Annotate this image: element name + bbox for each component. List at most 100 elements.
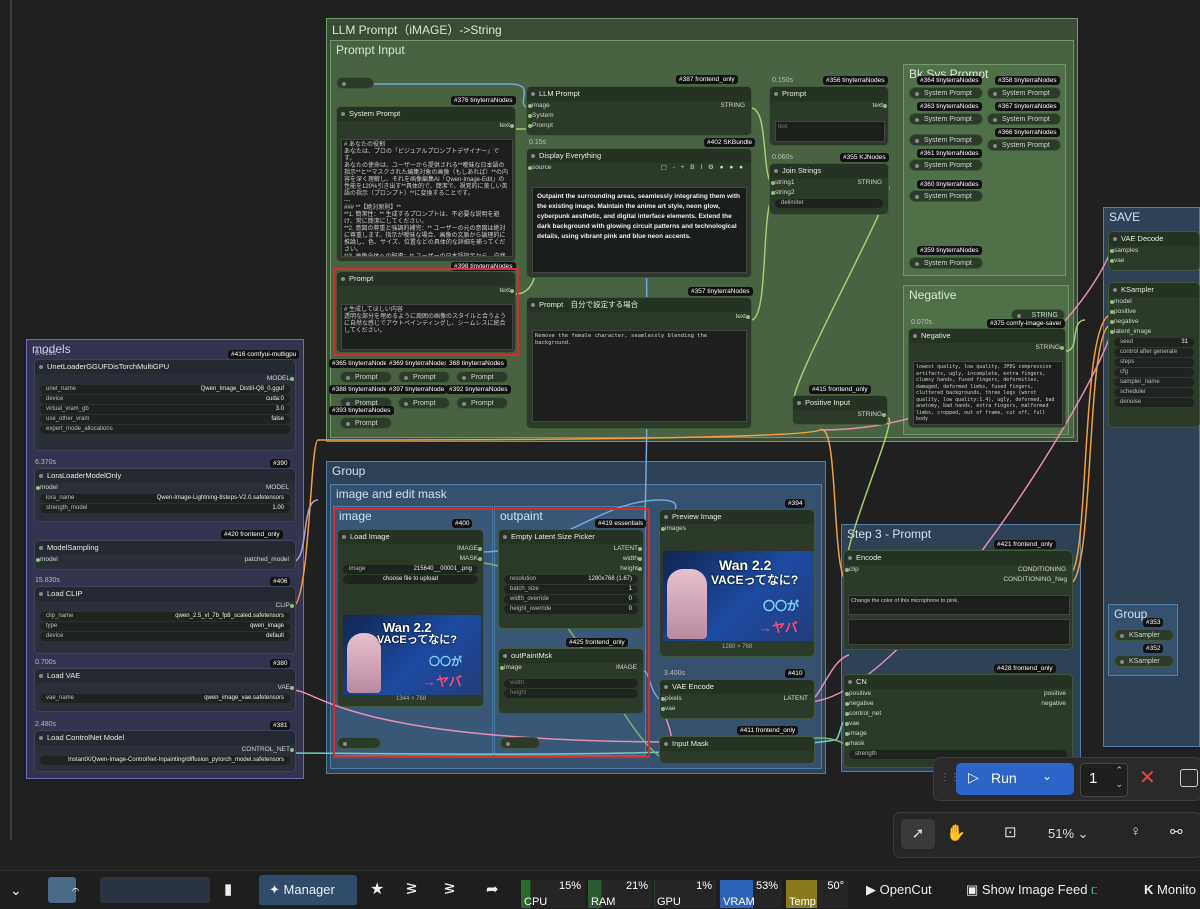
node-preview-image[interactable]: Preview Image images Wan 2.2 VACEってなに? 〇… (659, 509, 815, 657)
format-toolbar[interactable]: ▢ - + B I ⚙ ● ● ● (661, 163, 745, 173)
widget-scheduler[interactable]: scheduler (1114, 388, 1194, 397)
encode-negative-textarea[interactable] (848, 619, 1070, 645)
node-cn[interactable]: CN positive positive negative negative con… (843, 674, 1073, 768)
input-image[interactable]: image STRING (527, 101, 751, 111)
batch-count-input[interactable]: 1 ⌃ ⌄ (1080, 763, 1128, 797)
system-prompt-pill[interactable]: System Prompt (909, 159, 983, 171)
input-prompt[interactable]: Prompt (527, 121, 751, 131)
widget-control-after-generate[interactable]: control after generate (1114, 348, 1194, 357)
system-prompt-pill[interactable]: System Prompt (909, 257, 983, 269)
node-input-mask[interactable]: Input Mask (659, 736, 815, 764)
input-images[interactable]: images (660, 524, 814, 534)
input-vae[interactable]: vae (844, 719, 1072, 729)
node-load-clip[interactable]: Load CLIP CLIP clip_name qwen_2.5_vl_7b_f… (34, 586, 296, 654)
input-negative[interactable]: negative (1109, 317, 1199, 327)
node-load-vae[interactable]: Load VAE VAE vae_name qwen_image_vae.safe… (34, 668, 296, 712)
prompt-node-pill[interactable]: Prompt (340, 371, 392, 383)
system-prompt-textarea[interactable]: # あなたの役割 あなたは、プロの「ビジュアルプロンプトデザイナー」です。 あな… (341, 139, 513, 257)
prompt-node-pill[interactable]: Prompt (456, 371, 508, 383)
graph-canvas[interactable]: models LLM Prompt（iMAGE）->String Prompt … (0, 0, 1200, 870)
widget-delimiter[interactable]: delimiter (775, 199, 883, 208)
input-vae[interactable]: vae (1109, 256, 1199, 266)
prompt-right-textarea[interactable]: text (775, 121, 885, 142)
node-vae-encode[interactable]: VAE Encode pixels LATENT vae (659, 679, 815, 719)
reroute-node[interactable] (336, 77, 374, 89)
lightbulb-icon[interactable]: ♀ (1130, 823, 1141, 840)
chevron-down-icon[interactable]: ⌄ (1042, 769, 1052, 783)
output-text[interactable]: text (337, 121, 515, 131)
node-prompt-right[interactable]: Prompt text text (769, 86, 889, 146)
ksampler-pill[interactable]: KSampler (1114, 629, 1174, 641)
input-pixels[interactable]: pixels LATENT (660, 694, 814, 704)
input-string1[interactable]: string1 STRING (770, 178, 888, 188)
widget-unet-name[interactable]: unet_name Qwen_Image_Distill-Q8_0.gguf (40, 385, 290, 394)
monitor-button[interactable]: K Monito (1144, 871, 1196, 909)
node-unet-loader[interactable]: UnetLoaderGGUFDisTorchMultiGPU MODEL une… (34, 359, 296, 451)
input-vae[interactable]: vae (660, 704, 814, 714)
hand-tool-icon[interactable]: ✋ (946, 823, 966, 843)
link-visibility-icon[interactable]: ⚯ (1170, 823, 1183, 841)
node-join-strings[interactable]: Join Strings string1 STRING string2 delim… (769, 163, 889, 215)
encode-textarea[interactable]: Change the color of this microphone to p… (848, 595, 1070, 615)
input-positive[interactable]: positive positive (844, 689, 1072, 699)
output-text[interactable]: text (770, 101, 888, 111)
prompt-node-pill[interactable]: Prompt (456, 397, 508, 409)
node-llm-prompt[interactable]: LLM Prompt image STRING System Prompt (526, 86, 752, 136)
input-negative[interactable]: negative negative (844, 699, 1072, 709)
node-negative[interactable]: Negative STRING lowest quality, low qual… (908, 328, 1066, 428)
input-image[interactable]: image (844, 729, 1072, 739)
ksampler-pill[interactable]: KSampler (1114, 655, 1174, 667)
widget-expert-mode[interactable]: expert_mode_allocations (40, 425, 290, 434)
widget-seed[interactable]: seed 31 (1114, 338, 1194, 347)
widget-type[interactable]: type qwen_image (40, 622, 290, 631)
node-prompt-self[interactable]: Prompt 自分で設定する場合 text Remove the female … (526, 297, 752, 429)
input-model[interactable]: model MODEL (35, 483, 295, 493)
node-vae-decode[interactable]: VAE Decode samples vae (1108, 231, 1200, 271)
system-prompt-pill[interactable]: System Prompt (909, 190, 983, 202)
input-latent-image[interactable]: latent_image (1109, 327, 1199, 337)
media-controls[interactable] (100, 877, 210, 903)
output-string[interactable]: STRING (793, 410, 887, 420)
input-samples[interactable]: samples (1109, 246, 1199, 256)
widget-virtual-vram[interactable]: virtual_vram_gb 3.0 (40, 405, 290, 414)
share-icon[interactable]: ➦ (486, 871, 499, 909)
input-string2[interactable]: string2 (770, 188, 888, 198)
output-vae[interactable]: VAE (35, 683, 295, 693)
input-model[interactable]: model (1109, 297, 1199, 307)
output-text[interactable]: text (527, 312, 751, 322)
select-tool-icon[interactable]: ➚ (901, 819, 935, 849)
opencut-button[interactable]: ▶ OpenCut (866, 871, 932, 909)
prompt-node-pill[interactable]: Prompt (398, 371, 450, 383)
widget-device[interactable]: device default (40, 632, 290, 641)
increment-icon[interactable]: ⌃ (1115, 765, 1123, 776)
node-system-prompt[interactable]: System Prompt text # あなたの役割 あなたは、プロの「ビジュ… (336, 106, 516, 262)
system-prompt-pill[interactable]: System Prompt (909, 113, 983, 125)
node-encode[interactable]: Encode clip CONDITIONING CONDITIONING_Neg… (843, 550, 1073, 650)
node-model-sampling[interactable]: ModelSampling model patched_model (34, 540, 296, 570)
output-model[interactable]: MODEL (35, 374, 295, 384)
prompt-node-pill[interactable]: Prompt (340, 417, 392, 429)
widget-denoise[interactable]: denoise (1114, 398, 1194, 407)
prompt-node-pill[interactable]: Prompt (398, 397, 450, 409)
system-prompt-pill[interactable]: System Prompt (987, 87, 1061, 99)
input-source[interactable]: source ▢ - + B I ⚙ ● ● ● (527, 163, 751, 173)
widget-vae-name[interactable]: vae_name qwen_image_vae.safetensors (40, 694, 290, 703)
decrement-icon[interactable]: ⌄ (1115, 779, 1123, 790)
widget-sampler-name[interactable]: sampler_name (1114, 378, 1194, 387)
widget-lora-name[interactable]: lora_name Qwen-Image-Lightning-8steps-V2.… (40, 494, 290, 503)
bookmark-icon[interactable]: ▮ (224, 871, 232, 909)
chevron-down-icon[interactable]: ⌄ (10, 871, 22, 909)
input-mask[interactable]: mask (844, 739, 1072, 749)
input-control-net[interactable]: control_net (844, 709, 1072, 719)
node-ksampler[interactable]: KSampler model positive negative latent_… (1108, 282, 1200, 428)
cancel-icon[interactable]: ✕ (1139, 765, 1156, 790)
widget-steps[interactable]: steps (1114, 358, 1194, 367)
widget-device[interactable]: device cuda:0 (40, 395, 290, 404)
fit-view-icon[interactable]: ⊡ (1004, 823, 1017, 841)
node-lora-loader[interactable]: LoraLoaderModelOnly model MODEL lora_name… (34, 468, 296, 522)
output-string[interactable]: STRING (909, 343, 1065, 353)
widget-use-other-vram[interactable]: use_other_vram false (40, 415, 290, 424)
negative-textarea[interactable]: lowest quality, low quality, JPEG compre… (913, 361, 1063, 425)
output-conditioning-neg[interactable]: CONDITIONING_Neg (844, 575, 1072, 585)
node-display-everything[interactable]: Display Everything source ▢ - + B I ⚙ ● ●… (526, 148, 752, 278)
